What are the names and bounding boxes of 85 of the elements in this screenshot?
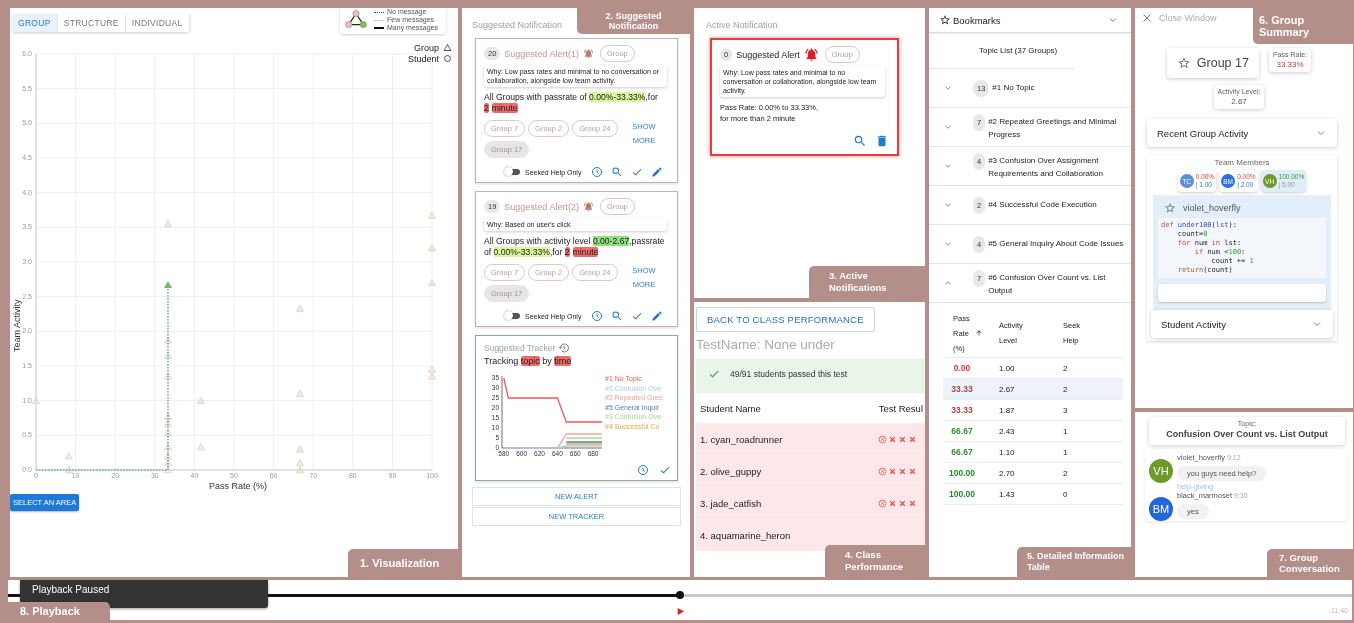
- table-cell-text: 66.67: [950, 426, 974, 436]
- table-cell-text: 1: [1063, 447, 1069, 457]
- table-cell-text: 100.00: [948, 489, 976, 499]
- panel-title: Suggested Notification: [472, 19, 563, 32]
- panel-label: 5. Detailed Information Table: [1017, 547, 1131, 577]
- table-row[interactable]: 33.33 2.67 2: [943, 379, 1123, 400]
- panel-label: 2. Suggested Notification: [577, 8, 690, 34]
- accordion-title: Recent Group Activity: [1157, 127, 1249, 139]
- alert-title: Suggested Alert(1): [504, 48, 579, 59]
- table-cell-text: 33.33: [950, 405, 974, 415]
- table-row[interactable]: 100.00 2.70 2: [943, 463, 1123, 484]
- student-row[interactable]: 3. jade_catfish: [696, 487, 925, 519]
- accordion-header[interactable]: Recent Group Activity: [1147, 119, 1337, 147]
- accordion-title: Student Activity: [1161, 318, 1226, 330]
- table-cell-text: 100.00: [948, 468, 976, 478]
- topic-list-title: Topic List (37 Groups): [929, 33, 1075, 69]
- table-cell-text: 2.67: [999, 384, 1016, 394]
- metric-value: 33.33%: [1275, 60, 1305, 69]
- topic-title: #4 Successful Code Execution: [988, 198, 1097, 211]
- back-button[interactable]: BACK TO CLASS PERFORMANCE: [696, 307, 875, 332]
- topic-title: #2 Repeated Greetings and Minimal Progress: [988, 115, 1118, 141]
- bookmarks-header[interactable]: Bookmarks: [929, 8, 1131, 33]
- alert-rule: All Groups with activity level 0.00-2.67,passrate of 0.00%-33.33%,for 2 minute: [484, 236, 666, 258]
- tracker-description: Tracking topic by time: [484, 356, 573, 366]
- student-name: 4. aquamarine_heron: [700, 530, 791, 541]
- panel-label: 6. Group Summary: [1253, 8, 1353, 44]
- panel-label: 8. Playback: [8, 602, 110, 620]
- table-cell-text: 1.87: [999, 405, 1016, 415]
- table-cell-text: 2.43: [999, 426, 1016, 436]
- alert-rule: All Groups with passrate of 0.00%-33.33%,for 2 minute: [484, 92, 659, 114]
- test-name: TestName: None under: [696, 337, 836, 352]
- student-row[interactable]: 1. cyan_roadrunner: [696, 423, 925, 455]
- table-cell-text: 1.43: [999, 489, 1016, 499]
- legend-label: Group: [414, 42, 439, 53]
- student-name: 2. olive_guppy: [700, 466, 762, 477]
- avatar: VH: [1149, 459, 1173, 483]
- topic-title: #3 Confusion Over Assignment Requirements and Collaboration: [988, 154, 1104, 180]
- table-row[interactable]: 66.67 1.10 1: [943, 442, 1123, 463]
- topic-title: #5 General Inquiry About Code Issues: [988, 237, 1124, 250]
- student-name: 1. cyan_roadrunner: [700, 434, 783, 445]
- table-cell-text: 33.33: [950, 384, 974, 394]
- topic-title: Confusion Over Count vs. List Output: [1165, 428, 1329, 441]
- metric-value: 2.67: [1230, 97, 1248, 106]
- student-row[interactable]: 4. aquamarine_heron: [696, 519, 925, 551]
- tracker-title: Suggested Tracker: [484, 343, 556, 353]
- table-cell-text: 1: [1063, 426, 1069, 436]
- table-cell-text: 0: [1063, 489, 1069, 499]
- table-cell-text: 0.00: [952, 363, 972, 373]
- panel-label: 3. Active Notifications: [809, 266, 925, 298]
- table-row[interactable]: 100.00 1.43 0: [943, 484, 1123, 505]
- table-cell-text: 66.67: [950, 447, 974, 457]
- column-header: Student Name: [700, 403, 761, 414]
- panel-label: 1. Visualization: [348, 549, 458, 577]
- alert-title: Suggested Alert: [736, 49, 800, 60]
- panel-label: 7. Group Conversation: [1267, 549, 1353, 577]
- team-title: Team Members: [1213, 158, 1271, 167]
- table-cell-text: 1.00: [999, 363, 1016, 373]
- topic-title: #6 Confusion Over Count vs. List Output: [988, 271, 1107, 297]
- table-row[interactable]: 66.67 2.43 1: [943, 421, 1123, 442]
- topic-title: #1 No Topic: [992, 81, 1035, 94]
- column-header: Test Resul: [878, 403, 923, 414]
- alert-title: Suggested Alert(2): [504, 201, 579, 212]
- table-cell-text: 2.70: [999, 468, 1016, 478]
- view-tab[interactable]: INDIVIDUAL: [125, 14, 190, 32]
- table-cell-text: 1.10: [999, 447, 1016, 457]
- view-tab[interactable]: STRUCTURE: [57, 14, 126, 32]
- group-name: Group 17: [1196, 56, 1249, 70]
- panel-label: 4. Class Performance: [825, 545, 925, 577]
- panel-title: Active Notification: [706, 19, 778, 32]
- student-row[interactable]: 2. olive_guppy: [696, 455, 925, 487]
- x-axis-title: Pass Rate (%): [209, 481, 268, 491]
- table-cell-text: 2: [1063, 468, 1069, 478]
- table-cell-text: 3: [1063, 405, 1069, 415]
- avatar: BM: [1149, 497, 1173, 521]
- table-row[interactable]: 33.33 1.87 3: [943, 400, 1123, 421]
- banner-text: 49/91 students passed this test: [730, 369, 848, 379]
- table-cell-text: 2: [1063, 363, 1069, 373]
- view-tab[interactable]: GROUP: [12, 14, 58, 32]
- student-name: 3. jade_catfish: [700, 498, 762, 509]
- accordion-header[interactable]: Student Activity: [1151, 310, 1333, 338]
- bookmarks-title: Bookmarks: [953, 14, 1002, 26]
- legend-label: Student: [407, 53, 439, 64]
- y-axis-title: Team Activity: [12, 299, 22, 352]
- table-cell-text: 2: [1063, 384, 1069, 394]
- student-name: violet_hoverfly: [1183, 203, 1241, 213]
